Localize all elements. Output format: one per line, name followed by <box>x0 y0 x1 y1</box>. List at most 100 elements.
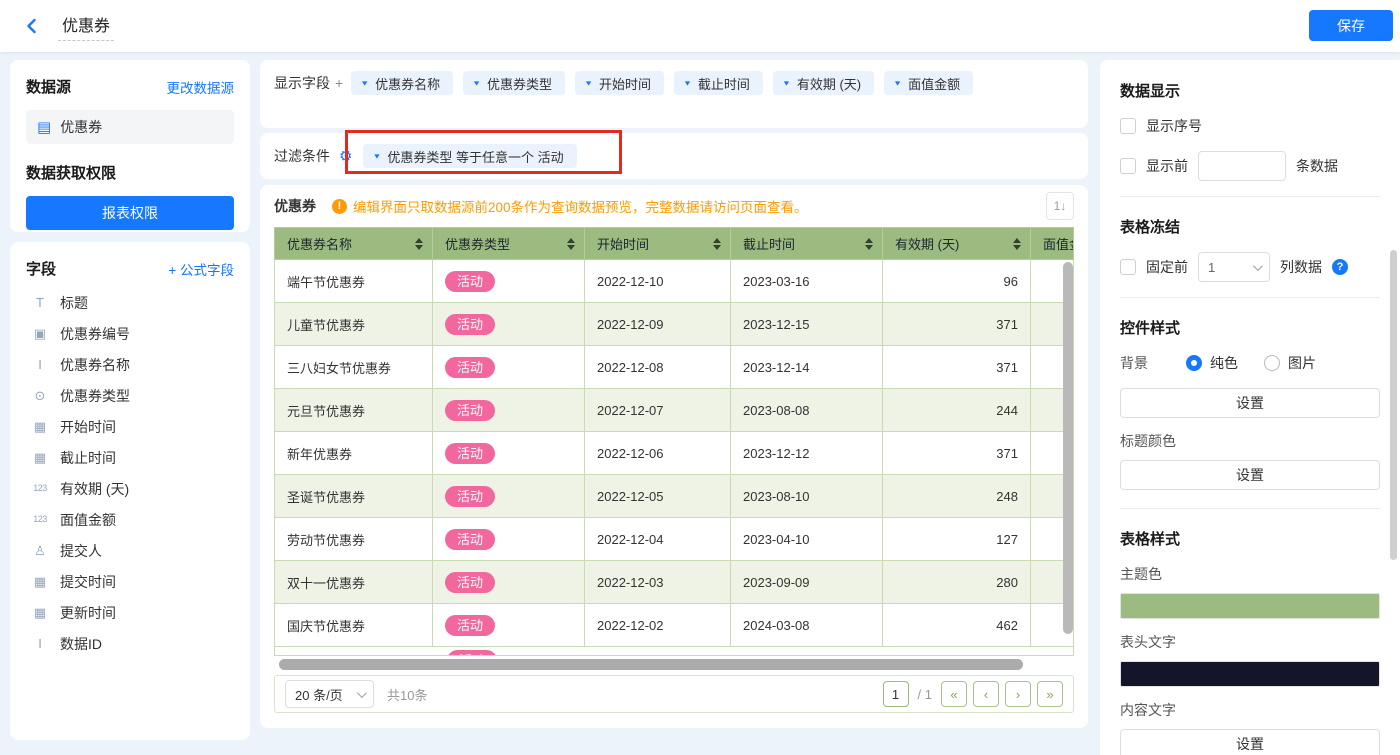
sort-asc-icon <box>713 237 721 243</box>
freeze-count-value: 1 <box>1208 259 1216 275</box>
sort-arrows-icon[interactable] <box>1013 237 1021 250</box>
last-page-button[interactable]: » <box>1037 681 1063 707</box>
show-first-checkbox[interactable] <box>1120 158 1136 174</box>
page-size-value: 20 条/页 <box>295 687 343 703</box>
freeze-checkbox[interactable] <box>1120 259 1136 275</box>
filter-chip[interactable]: ▼ 优惠券类型 等于任意一个 活动 <box>363 144 577 168</box>
column-header[interactable]: 优惠券类型 <box>432 227 585 260</box>
display-field-chip[interactable]: ▼ 面值金额 <box>884 71 974 95</box>
header-text-swatch[interactable] <box>1120 661 1380 687</box>
page-size-select[interactable]: 20 条/页 <box>285 680 374 708</box>
field-item[interactable]: I 数据ID <box>26 628 234 659</box>
divider <box>1120 508 1380 509</box>
cell-end-date: 2023-08-10 <box>730 474 883 518</box>
add-display-field-icon[interactable]: + <box>335 75 343 91</box>
table-row: 新年优惠券 活动 2022-12-06 2023-12-12 371 <box>274 431 1074 475</box>
column-header[interactable]: 截止时间 <box>730 227 883 260</box>
next-page-button[interactable]: › <box>1005 681 1031 707</box>
cell-start-date: 2022-12-03 <box>584 560 731 604</box>
field-item[interactable]: ▦ 更新时间 <box>26 597 234 628</box>
cell-end-date: 2023-03-16 <box>730 259 883 303</box>
preview-warning: ! 编辑界面只取数据源前200条作为查询数据预览，完整数据请访问页面查看。 <box>332 196 808 216</box>
background-set-button[interactable]: 设置 <box>1120 388 1380 418</box>
image-label: 图片 <box>1288 355 1316 371</box>
datasource-item[interactable]: ▤ 优惠券 <box>26 110 234 144</box>
field-item[interactable]: T 标题 <box>26 287 234 318</box>
display-field-chip[interactable]: ▼ 有效期 (天) <box>772 71 875 95</box>
field-item[interactable]: 123 有效期 (天) <box>26 473 234 504</box>
title-icon: T <box>36 295 44 310</box>
cell-valid-days: 371 <box>882 302 1031 346</box>
field-item[interactable]: ♙ 提交人 <box>26 535 234 566</box>
help-icon[interactable]: ? <box>1332 259 1348 275</box>
page-number-input[interactable] <box>882 681 909 707</box>
chevron-down-icon <box>1252 260 1263 271</box>
display-field-chip[interactable]: ▼ 截止时间 <box>674 71 763 95</box>
display-field-chip[interactable]: ▼ 优惠券类型 <box>463 71 566 95</box>
field-item[interactable]: 123 面值金额 <box>26 504 234 535</box>
column-header[interactable]: 开始时间 <box>584 227 731 260</box>
field-item[interactable]: ⊙ 优惠券类型 <box>26 380 234 411</box>
status-badge: 活动 <box>445 528 496 550</box>
back-icon[interactable] <box>22 16 42 36</box>
chip-label: 优惠券类型 <box>487 76 553 92</box>
cell-end-date: 2023-12-14 <box>730 345 883 389</box>
table-row: 双十一优惠券 活动 2022-12-03 2023-09-09 280 <box>274 560 1074 604</box>
cell-coupon-type: 活动 <box>432 474 585 518</box>
change-datasource-link[interactable]: 更改数据源 <box>167 77 235 97</box>
status-badge: 活动 <box>445 399 496 421</box>
show-index-checkbox[interactable] <box>1120 118 1136 134</box>
filter-chip-label: 优惠券类型 等于任意一个 活动 <box>387 149 564 165</box>
field-item[interactable]: ▦ 开始时间 <box>26 411 234 442</box>
column-header[interactable]: 优惠券名称 <box>274 227 433 260</box>
settings-scrollbar[interactable] <box>1390 250 1397 560</box>
radio-icon: ⊙ <box>34 388 46 403</box>
field-label: 更新时间 <box>60 604 116 621</box>
display-field-chip[interactable]: ▼ 开始时间 <box>575 71 664 95</box>
show-first-label: 显示前 <box>1146 158 1188 174</box>
theme-color-swatch[interactable] <box>1120 593 1380 619</box>
display-field-chip[interactable]: ▼ 优惠券名称 <box>351 71 454 95</box>
calendar-icon: ▦ <box>33 574 47 589</box>
sort-tool-button[interactable]: 1↓ <box>1046 192 1074 220</box>
field-item[interactable]: ▦ 截止时间 <box>26 442 234 473</box>
id-card-icon: ▣ <box>33 326 47 341</box>
prev-page-button[interactable]: ‹ <box>973 681 999 707</box>
preview-table: 优惠券名称优惠券类型开始时间截止时间有效期 (天)面值金额 端午节优惠券活动 20… <box>274 227 1074 647</box>
preview-table-body: 端午节优惠券 活动 2022-12-10 2023-03-16 96 儿童节优惠券 活动 20… <box>274 259 1074 647</box>
cell-start-date: 2022-12-10 <box>584 259 731 303</box>
content-text-set-button[interactable]: 设置 <box>1120 729 1380 755</box>
freeze-count-select[interactable]: 1 <box>1198 252 1270 282</box>
add-formula-field-link[interactable]: + 公式字段 <box>168 259 234 279</box>
title-color-set-button[interactable]: 设置 <box>1120 460 1380 490</box>
solid-color-radio[interactable] <box>1186 355 1202 371</box>
field-item[interactable]: I 优惠券名称 <box>26 349 234 380</box>
field-item[interactable]: ▦ 提交时间 <box>26 566 234 597</box>
field-label: 数据ID <box>60 635 102 652</box>
preview-title: 优惠券 <box>274 198 316 214</box>
sort-arrows-icon[interactable] <box>713 237 721 250</box>
cell-start-date: 2022-12-04 <box>584 517 731 561</box>
sort-arrows-icon[interactable] <box>415 237 423 250</box>
vertical-scrollbar[interactable] <box>1063 262 1073 634</box>
column-header[interactable]: 有效期 (天) <box>882 227 1031 260</box>
save-button[interactable]: 保存 <box>1309 10 1393 41</box>
chevron-down-icon: ▼ <box>781 79 791 87</box>
cell-end-date: 2023-08-08 <box>730 388 883 432</box>
column-header[interactable]: 面值金额 <box>1030 227 1074 260</box>
sort-arrows-icon[interactable] <box>567 237 575 250</box>
show-first-input[interactable] <box>1198 151 1286 181</box>
page-title[interactable]: 优惠券 <box>58 12 115 41</box>
image-radio[interactable] <box>1264 355 1280 371</box>
field-label: 面值金额 <box>60 511 116 528</box>
horizontal-scrollbar[interactable] <box>279 659 1023 670</box>
field-item[interactable]: ▣ 优惠券编号 <box>26 318 234 349</box>
first-page-button[interactable]: « <box>941 681 967 707</box>
divider <box>1120 297 1380 298</box>
sort-arrows-icon[interactable] <box>865 237 873 250</box>
report-permission-button[interactable]: 报表权限 <box>26 196 234 230</box>
person-icon: ♙ <box>34 543 46 558</box>
chevron-down-icon: ▼ <box>360 79 370 87</box>
gear-icon[interactable]: ⚙ <box>339 149 352 164</box>
table-row: 儿童节优惠券 活动 2022-12-09 2023-12-15 371 <box>274 302 1074 346</box>
